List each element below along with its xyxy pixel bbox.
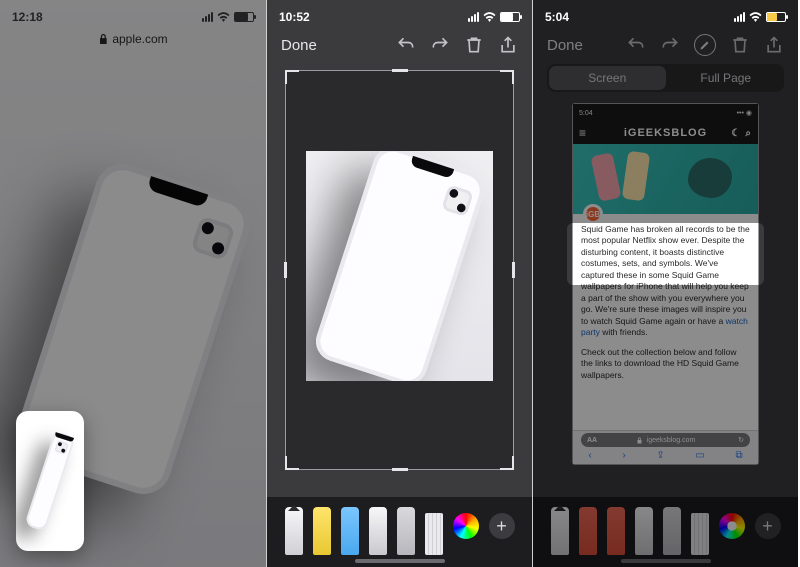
pencil-tool[interactable] bbox=[635, 507, 653, 555]
status-time: 12:18 bbox=[12, 10, 43, 24]
markup-toggle-button[interactable] bbox=[694, 34, 716, 56]
redo-button[interactable] bbox=[660, 35, 680, 55]
mini-safari-bar: AA igeeksblog.com ↻ ‹ › ⇪ ▭ ⧉ bbox=[573, 430, 758, 464]
battery-icon bbox=[234, 12, 254, 22]
cellular-icon bbox=[734, 12, 745, 22]
highlighter-tool[interactable] bbox=[313, 507, 331, 555]
article-text: Check out the collection below and follo… bbox=[581, 347, 750, 381]
crop-handle-left[interactable] bbox=[284, 262, 287, 278]
battery-icon bbox=[500, 12, 520, 22]
search-icon[interactable]: ⌕ bbox=[745, 128, 752, 139]
markup-tool-tray: + bbox=[267, 497, 532, 567]
share-icon[interactable]: ⇪ bbox=[656, 450, 664, 461]
article-hero-image: iGB bbox=[573, 144, 758, 214]
mini-time: 5:04 bbox=[579, 110, 593, 117]
site-brand: iGEEKSBLOG bbox=[624, 127, 707, 139]
add-shape-button[interactable]: + bbox=[755, 513, 781, 539]
mini-indicators: ••• ◉ bbox=[737, 109, 752, 117]
highlighter-tool[interactable] bbox=[579, 507, 597, 555]
battery-icon bbox=[766, 12, 786, 22]
add-shape-button[interactable]: + bbox=[489, 513, 515, 539]
lock-icon bbox=[636, 437, 643, 444]
eraser-tool[interactable] bbox=[397, 507, 415, 555]
moon-icon[interactable]: ☾ bbox=[731, 128, 741, 139]
screenshot-content bbox=[306, 151, 493, 381]
capture-mode-segmented[interactable]: Screen Full Page bbox=[547, 64, 784, 92]
panel-safari-screenshot-preview: 12:18 apple.com bbox=[0, 0, 266, 567]
reload-icon[interactable]: ↻ bbox=[738, 436, 744, 444]
crop-handle-tr[interactable] bbox=[500, 70, 514, 84]
site-badge: iGB bbox=[583, 204, 603, 224]
tab-screen[interactable]: Screen bbox=[549, 66, 666, 90]
trash-button[interactable] bbox=[464, 35, 484, 55]
text-size-button[interactable]: AA bbox=[587, 437, 597, 444]
marker-tool[interactable] bbox=[607, 507, 625, 555]
crop-handle-right[interactable] bbox=[512, 262, 515, 278]
site-header: ≡ iGEEKSBLOG ☾ ⌕ bbox=[573, 122, 758, 144]
crop-handle-tl[interactable] bbox=[285, 70, 299, 84]
home-indicator[interactable] bbox=[621, 559, 711, 563]
ruler-tool[interactable] bbox=[425, 513, 443, 555]
status-time: 10:52 bbox=[279, 10, 310, 24]
bookmarks-icon[interactable]: ▭ bbox=[695, 450, 704, 461]
hamburger-icon[interactable]: ≡ bbox=[579, 126, 587, 140]
mini-url-host: igeeksblog.com bbox=[647, 437, 696, 444]
redo-button[interactable] bbox=[430, 35, 450, 55]
share-button[interactable] bbox=[764, 35, 784, 55]
share-button[interactable] bbox=[498, 35, 518, 55]
trash-button[interactable] bbox=[730, 35, 750, 55]
crop-handle-br[interactable] bbox=[500, 456, 514, 470]
status-indicators bbox=[468, 12, 520, 22]
undo-button[interactable] bbox=[626, 35, 646, 55]
pen-tool[interactable] bbox=[285, 507, 303, 555]
status-bar: 12:18 bbox=[0, 0, 266, 28]
article-text: with friends. bbox=[600, 327, 648, 337]
marker-tool[interactable] bbox=[341, 507, 359, 555]
undo-button[interactable] bbox=[396, 35, 416, 55]
color-picker[interactable] bbox=[453, 513, 479, 539]
tabs-icon[interactable]: ⧉ bbox=[735, 450, 742, 461]
wifi-icon bbox=[749, 12, 762, 22]
panel-markup-editor: 10:52 Done bbox=[266, 0, 532, 567]
wifi-icon bbox=[483, 12, 496, 22]
color-picker[interactable] bbox=[719, 513, 745, 539]
ruler-tool[interactable] bbox=[691, 513, 709, 555]
home-indicator[interactable] bbox=[355, 559, 445, 563]
status-bar: 10:52 bbox=[267, 0, 532, 28]
editor-toolbar: Done bbox=[533, 30, 798, 60]
status-time: 5:04 bbox=[545, 10, 569, 24]
crop-canvas[interactable] bbox=[285, 70, 514, 470]
back-icon[interactable]: ‹ bbox=[588, 450, 591, 461]
crop-handle-bottom[interactable] bbox=[392, 468, 408, 471]
tab-full-page[interactable]: Full Page bbox=[668, 64, 785, 92]
article-text: Squid Game has broken all records to be … bbox=[581, 224, 750, 326]
crop-handle-bl[interactable] bbox=[285, 456, 299, 470]
status-indicators bbox=[202, 12, 254, 22]
pencil-tool[interactable] bbox=[369, 507, 387, 555]
editor-toolbar: Done bbox=[267, 30, 532, 60]
forward-icon[interactable]: › bbox=[622, 450, 625, 461]
screenshot-thumbnail[interactable] bbox=[16, 411, 84, 551]
markup-tool-tray: + bbox=[533, 497, 798, 567]
eraser-tool[interactable] bbox=[663, 507, 681, 555]
panel-fullpage-markup: 5:04 Done Screen Full Page 5 bbox=[532, 0, 798, 567]
cellular-icon bbox=[202, 12, 213, 22]
status-indicators bbox=[734, 12, 786, 22]
status-bar: 5:04 bbox=[533, 0, 798, 28]
crop-handle-top[interactable] bbox=[392, 69, 408, 72]
mini-status-bar: 5:04 ••• ◉ bbox=[573, 104, 758, 122]
captured-page[interactable]: 5:04 ••• ◉ ≡ iGEEKSBLOG ☾ ⌕ iGB Squid Gam… bbox=[573, 104, 758, 464]
pen-tool[interactable] bbox=[551, 507, 569, 555]
done-button[interactable]: Done bbox=[547, 37, 583, 54]
done-button[interactable]: Done bbox=[281, 37, 317, 54]
mini-address-bar[interactable]: AA igeeksblog.com ↻ bbox=[581, 433, 750, 447]
article-body: Squid Game has broken all records to be … bbox=[581, 224, 750, 430]
wifi-icon bbox=[217, 12, 230, 22]
cellular-icon bbox=[468, 12, 479, 22]
